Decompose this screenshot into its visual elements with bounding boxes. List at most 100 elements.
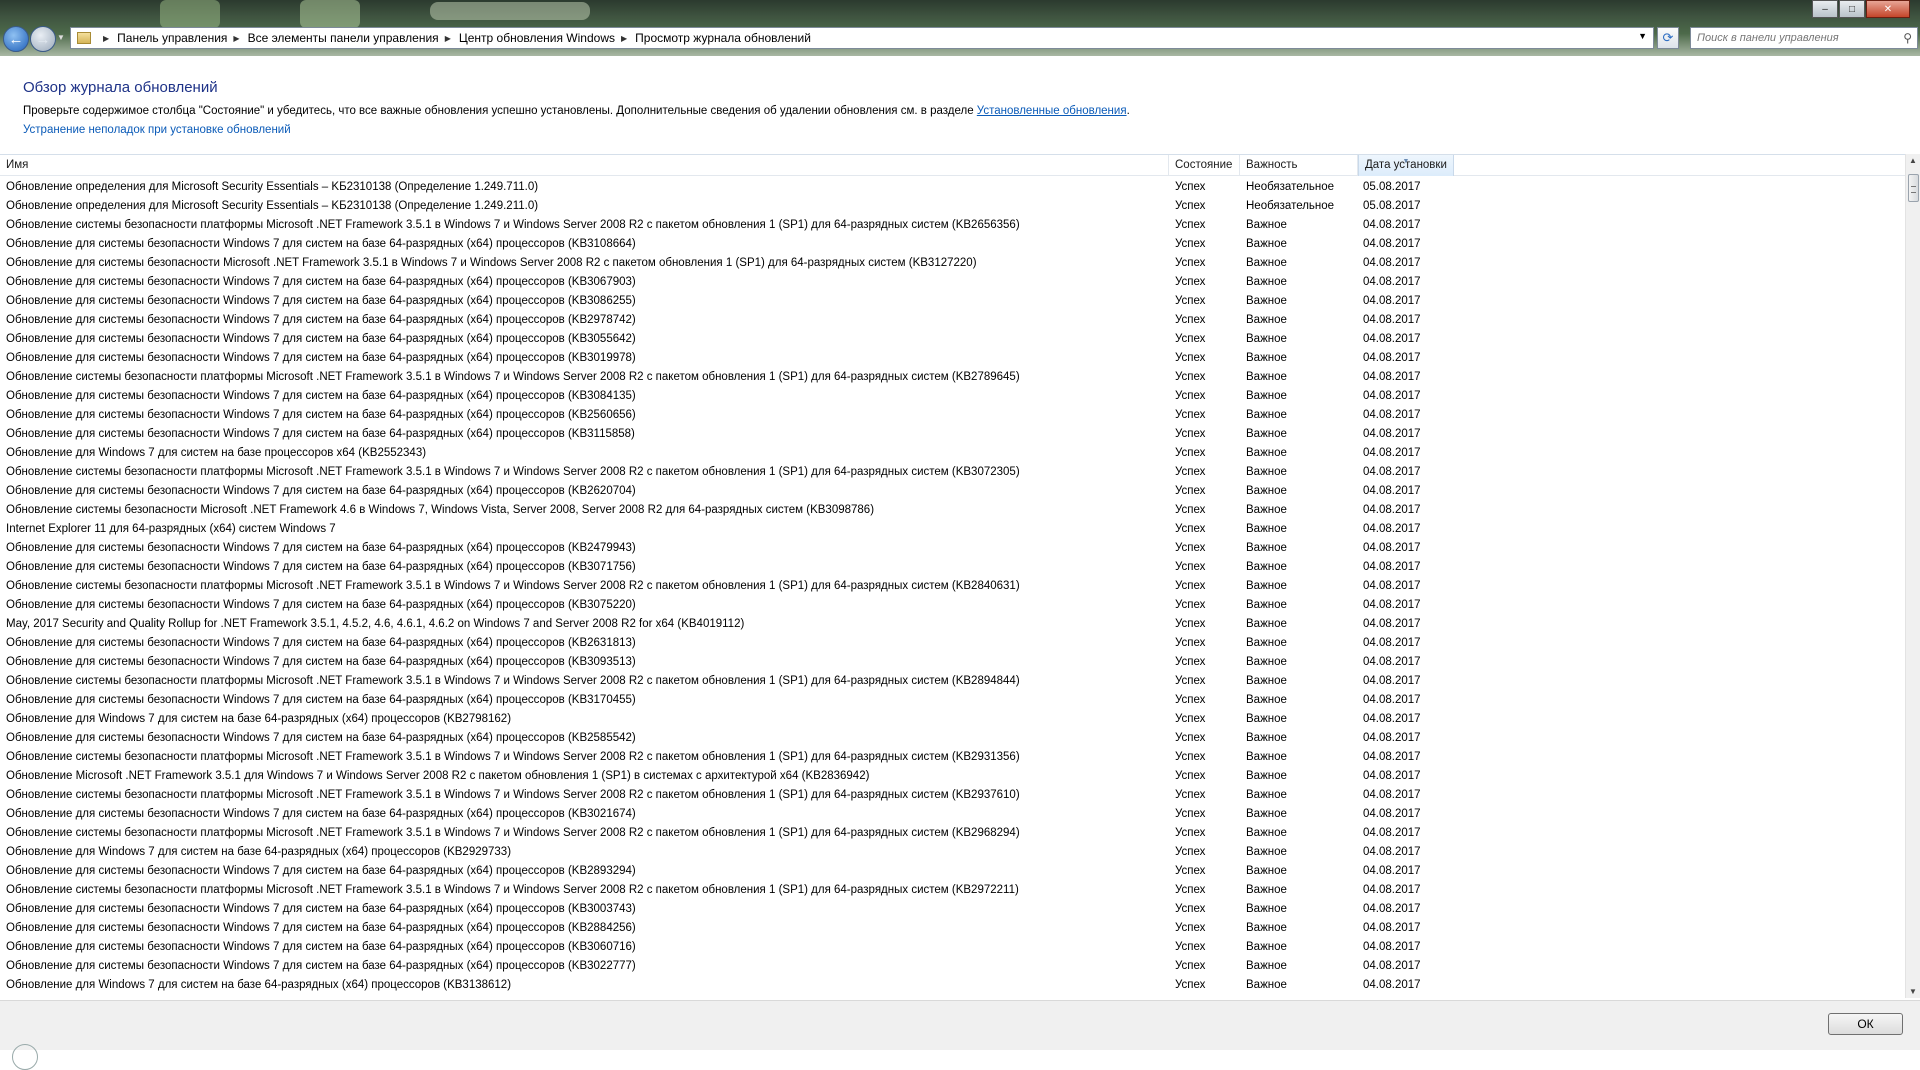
- table-row[interactable]: Обновление для системы безопасности Wind…: [0, 919, 1905, 938]
- table-row[interactable]: Обновление Microsoft .NET Framework 3.5.…: [0, 767, 1905, 786]
- importance-cell: Важное: [1246, 865, 1287, 877]
- search-icon[interactable]: ⚲: [1903, 31, 1912, 45]
- column-header-name[interactable]: Имя: [0, 155, 1169, 176]
- update-name-cell: Обновление для системы безопасности Wind…: [6, 333, 636, 345]
- table-row[interactable]: Обновление для системы безопасности Wind…: [0, 596, 1905, 615]
- status-cell: Успех: [1175, 200, 1206, 212]
- table-row[interactable]: Обновление для системы безопасности Wind…: [0, 292, 1905, 311]
- status-cell: Успех: [1175, 675, 1206, 687]
- importance-cell: Важное: [1246, 390, 1287, 402]
- table-row[interactable]: Обновление для системы безопасности Wind…: [0, 900, 1905, 919]
- install-date-cell: 04.08.2017: [1363, 618, 1421, 630]
- table-row[interactable]: Обновление для системы безопасности Wind…: [0, 558, 1905, 577]
- table-row[interactable]: Обновление системы безопасности платформ…: [0, 463, 1905, 482]
- table-row[interactable]: Обновление определения для Microsoft Sec…: [0, 178, 1905, 197]
- importance-cell: Важное: [1246, 352, 1287, 364]
- status-cell: Успех: [1175, 409, 1206, 421]
- table-row[interactable]: Обновление для Windows 7 для систем на б…: [0, 976, 1905, 995]
- back-button[interactable]: ←: [3, 26, 29, 52]
- table-row[interactable]: Обновление системы безопасности платформ…: [0, 881, 1905, 900]
- table-row[interactable]: Обновление для системы безопасности Wind…: [0, 235, 1905, 254]
- table-row[interactable]: Обновление для системы безопасности Wind…: [0, 805, 1905, 824]
- chevron-right-icon[interactable]: ▶: [103, 34, 109, 43]
- status-cell: Успех: [1175, 542, 1206, 554]
- importance-cell: Важное: [1246, 960, 1287, 972]
- table-row[interactable]: Обновление для системы безопасности Wind…: [0, 425, 1905, 444]
- update-name-cell: Обновление для системы безопасности Wind…: [6, 561, 636, 573]
- vertical-scrollbar[interactable]: ▲ ▼: [1905, 154, 1920, 998]
- table-row[interactable]: Обновление для системы безопасности Wind…: [0, 273, 1905, 292]
- address-dropdown-icon[interactable]: ▼: [1638, 31, 1647, 41]
- installed-updates-link[interactable]: Установленные обновления: [977, 105, 1127, 117]
- table-row[interactable]: Обновление определения для Microsoft Sec…: [0, 197, 1905, 216]
- table-row[interactable]: Обновление системы безопасности платформ…: [0, 748, 1905, 767]
- column-header-status[interactable]: Состояние: [1169, 155, 1240, 176]
- table-row[interactable]: May, 2017 Security and Quality Rollup fo…: [0, 615, 1905, 634]
- table-row[interactable]: Обновление системы безопасности платформ…: [0, 786, 1905, 805]
- close-button[interactable]: ✕: [1866, 0, 1910, 18]
- table-row[interactable]: Обновление для системы безопасности Wind…: [0, 539, 1905, 558]
- table-row[interactable]: Обновление системы безопасности платформ…: [0, 824, 1905, 843]
- status-cell: Успех: [1175, 390, 1206, 402]
- refresh-button[interactable]: ⟳: [1657, 27, 1679, 49]
- table-row[interactable]: Обновление для системы безопасности Wind…: [0, 862, 1905, 881]
- minimize-button[interactable]: ‒: [1812, 0, 1838, 18]
- update-name-cell: Обновление для Windows 7 для систем на б…: [6, 979, 512, 991]
- breadcrumb-update-history[interactable]: Просмотр журнала обновлений: [635, 31, 811, 45]
- status-cell: Успех: [1175, 428, 1206, 440]
- importance-cell: Важное: [1246, 846, 1287, 858]
- table-row[interactable]: Обновление для системы безопасности Wind…: [0, 634, 1905, 653]
- column-header-date[interactable]: ▼ Дата установки: [1358, 155, 1454, 176]
- table-row[interactable]: Обновление системы безопасности платформ…: [0, 216, 1905, 235]
- column-header-importance[interactable]: Важность: [1240, 155, 1358, 176]
- table-row[interactable]: Обновление для системы безопасности Wind…: [0, 406, 1905, 425]
- scrollbar-thumb[interactable]: [1908, 174, 1919, 202]
- install-date-cell: 04.08.2017: [1363, 713, 1421, 725]
- chevron-right-icon[interactable]: ▶: [621, 34, 627, 43]
- table-row[interactable]: Обновление системы безопасности платформ…: [0, 672, 1905, 691]
- search-box[interactable]: ⚲: [1690, 27, 1918, 49]
- breadcrumb-windows-update[interactable]: Центр обновления Windows: [459, 31, 615, 45]
- status-cell: Успех: [1175, 181, 1206, 193]
- table-row[interactable]: Обновление системы безопасности Microsof…: [0, 501, 1905, 520]
- table-row[interactable]: Обновление для системы безопасности Wind…: [0, 957, 1905, 976]
- table-row[interactable]: Обновление для системы безопасности Wind…: [0, 482, 1905, 501]
- table-row[interactable]: Обновление для системы безопасности Wind…: [0, 311, 1905, 330]
- importance-cell: Важное: [1246, 979, 1287, 991]
- table-row[interactable]: Обновление для системы безопасности Wind…: [0, 729, 1905, 748]
- forward-button[interactable]: →: [30, 26, 56, 52]
- chevron-right-icon[interactable]: ▶: [233, 34, 239, 43]
- recent-pages-dropdown-icon[interactable]: ▼: [57, 33, 65, 42]
- breadcrumb-control-panel[interactable]: Панель управления: [117, 31, 227, 45]
- table-row[interactable]: Internet Explorer 11 для 64-разрядных (x…: [0, 520, 1905, 539]
- table-row[interactable]: Обновление для Windows 7 для систем на б…: [0, 710, 1905, 729]
- update-name-cell: Обновление системы безопасности платформ…: [6, 827, 1020, 839]
- table-row[interactable]: Обновление для системы безопасности Wind…: [0, 330, 1905, 349]
- table-row[interactable]: Обновление системы безопасности платформ…: [0, 368, 1905, 387]
- table-row[interactable]: Обновление для системы безопасности Micr…: [0, 254, 1905, 273]
- update-name-cell: Обновление для системы безопасности Wind…: [6, 428, 635, 440]
- table-header: Имя Состояние Важность ▼ Дата установки: [0, 154, 1905, 176]
- update-name-cell: Обновление системы безопасности платформ…: [6, 466, 1020, 478]
- importance-cell: Важное: [1246, 618, 1287, 630]
- scroll-down-icon[interactable]: ▼: [1909, 987, 1917, 996]
- status-cell: Успех: [1175, 238, 1206, 250]
- ok-button[interactable]: ОК: [1828, 1013, 1903, 1035]
- table-row[interactable]: Обновление для системы безопасности Wind…: [0, 653, 1905, 672]
- table-row[interactable]: Обновление для Windows 7 для систем на б…: [0, 843, 1905, 862]
- table-row[interactable]: Обновление для системы безопасности Wind…: [0, 938, 1905, 957]
- scroll-up-icon[interactable]: ▲: [1909, 156, 1917, 165]
- breadcrumb-all-items[interactable]: Все элементы панели управления: [248, 31, 439, 45]
- troubleshoot-link[interactable]: Устранение неполадок при установке обнов…: [23, 124, 291, 136]
- search-input[interactable]: [1697, 32, 1887, 44]
- importance-cell: Важное: [1246, 827, 1287, 839]
- maximize-button[interactable]: □: [1839, 0, 1865, 18]
- table-row[interactable]: Обновление для системы безопасности Wind…: [0, 387, 1905, 406]
- chevron-right-icon[interactable]: ▶: [445, 34, 451, 43]
- table-row[interactable]: Обновление для Windows 7 для систем на б…: [0, 444, 1905, 463]
- table-row[interactable]: Обновление для системы безопасности Wind…: [0, 691, 1905, 710]
- status-cell: Успех: [1175, 732, 1206, 744]
- table-row[interactable]: Обновление для системы безопасности Wind…: [0, 349, 1905, 368]
- address-bar[interactable]: ▶ Панель управления ▶ Все элементы панел…: [70, 27, 1654, 49]
- table-row[interactable]: Обновление системы безопасности платформ…: [0, 577, 1905, 596]
